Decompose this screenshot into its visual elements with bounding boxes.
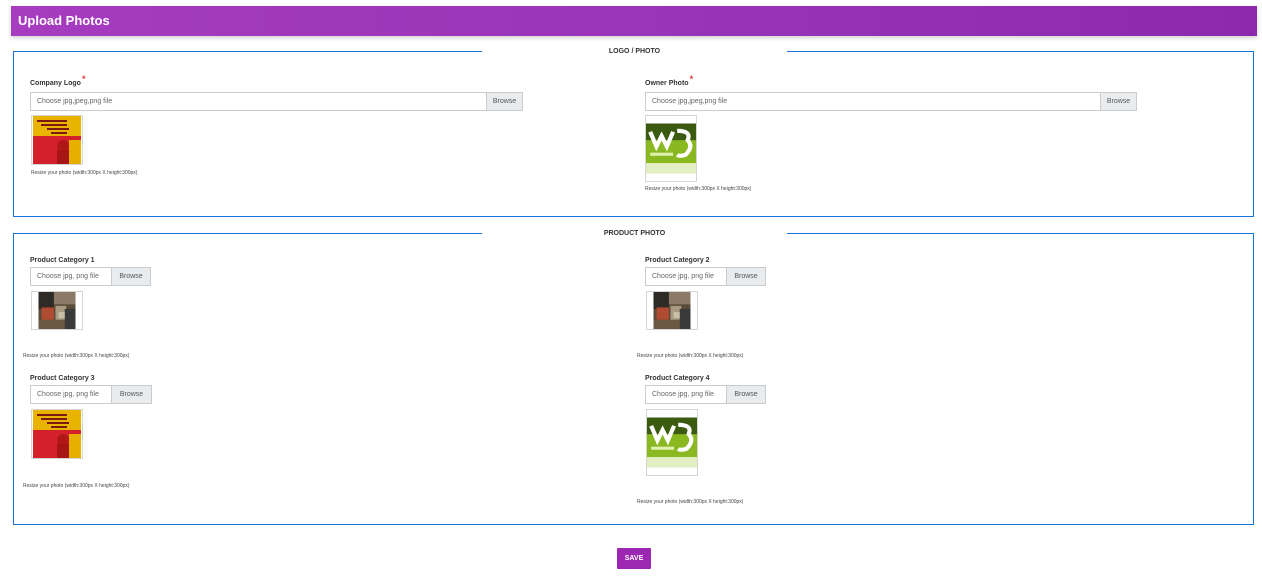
product-category-3-browse-button[interactable]: Browse [111, 386, 151, 403]
owner-photo-placeholder: Choose jpg,jpeg,png file [652, 98, 728, 105]
product-category-1-hint: Resize your photo (width:300px X height:… [23, 353, 130, 359]
product-category-3-placeholder: Choose jpg, png file [37, 391, 99, 398]
page-title: Upload Photos [18, 13, 110, 28]
poster-image [32, 116, 82, 164]
product-photo-legend: PRODUCT PHOTO [482, 228, 787, 240]
owner-photo-browse-button[interactable]: Browse [1100, 93, 1136, 110]
product-category-4-file-input[interactable]: Choose jpg, png file Browse [645, 385, 766, 404]
product-photo-image [647, 292, 697, 329]
company-logo-hint: Resize your photo (width:300px X height:… [31, 170, 138, 176]
product-category-3-hint: Resize your photo (width:300px X height:… [23, 483, 130, 489]
logo-photo-legend: LOGO / PHOTO [482, 46, 787, 58]
owner-photo-thumbnail [645, 115, 697, 182]
w3schools-logo-image [647, 410, 697, 475]
product-category-4-label: Product Category 4 [645, 375, 710, 382]
product-category-3-file-input[interactable]: Choose jpg, png file Browse [30, 385, 152, 404]
product-category-3-label: Product Category 3 [30, 375, 95, 382]
owner-photo-label: Owner Photo* [645, 74, 694, 87]
product-category-3-thumbnail [31, 409, 83, 459]
product-category-2-placeholder: Choose jpg, png file [652, 273, 714, 280]
product-category-1-browse-button[interactable]: Browse [111, 268, 150, 285]
product-category-1-file-input[interactable]: Choose jpg, png file Browse [30, 267, 151, 286]
product-category-4-browse-button[interactable]: Browse [726, 386, 765, 403]
product-category-1-placeholder: Choose jpg, png file [37, 273, 99, 280]
required-mark: * [689, 74, 694, 84]
company-logo-browse-button[interactable]: Browse [486, 93, 522, 110]
save-button[interactable]: SAVE [617, 548, 651, 569]
product-category-2-hint: Resize your photo (width:300px X height:… [637, 353, 744, 359]
logo-photo-section: LOGO / PHOTO Company Logo* Choose jpg,jp… [13, 46, 1254, 217]
page-header: Upload Photos [11, 6, 1257, 36]
company-logo-file-input[interactable]: Choose jpg,jpeg,png file Browse [30, 92, 523, 111]
product-photo-section: PRODUCT PHOTO Product Category 1 Choose … [13, 228, 1254, 525]
owner-photo-file-input[interactable]: Choose jpg,jpeg,png file Browse [645, 92, 1137, 111]
product-category-4-placeholder: Choose jpg, png file [652, 391, 714, 398]
required-mark: * [81, 74, 86, 84]
product-category-2-browse-button[interactable]: Browse [726, 268, 765, 285]
company-logo-label: Company Logo* [30, 74, 86, 87]
product-category-2-label: Product Category 2 [645, 257, 710, 264]
owner-photo-hint: Resize your photo (width:300px X height:… [645, 186, 752, 192]
product-category-1-label: Product Category 1 [30, 257, 95, 264]
product-photo-image [32, 292, 82, 329]
product-category-4-thumbnail [646, 409, 698, 476]
company-logo-placeholder: Choose jpg,jpeg,png file [37, 98, 113, 105]
w3schools-logo-image [646, 116, 696, 181]
company-logo-thumbnail [31, 115, 83, 165]
product-category-1-thumbnail [31, 291, 83, 330]
poster-image [32, 410, 82, 458]
product-category-2-thumbnail [646, 291, 698, 330]
product-category-2-file-input[interactable]: Choose jpg, png file Browse [645, 267, 766, 286]
product-category-4-hint: Resize your photo (width:300px X height:… [637, 499, 744, 505]
